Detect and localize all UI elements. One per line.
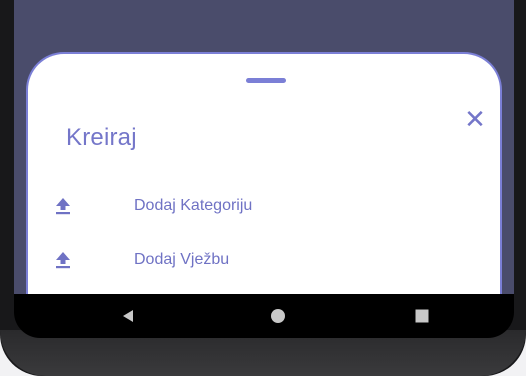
home-button[interactable] [248, 294, 308, 338]
home-circle-icon [271, 309, 285, 323]
system-navigation-bar [14, 294, 514, 338]
drag-handle[interactable] [246, 78, 286, 83]
bottom-sheet: Kreiraj ✕ Dodaj Kategoriju Dodaj Vježbu [26, 52, 502, 294]
screen: Kreiraj ✕ Dodaj Kategoriju Dodaj Vježbu [14, 0, 514, 294]
upload-icon [50, 248, 76, 272]
back-button[interactable] [98, 294, 158, 338]
back-triangle-icon [123, 310, 133, 322]
menu-item-label: Dodaj Vježbu [134, 251, 230, 268]
recents-square-icon [415, 309, 429, 323]
menu-item-dodaj-vjezbu[interactable]: Dodaj Vježbu [50, 240, 490, 280]
upload-icon [50, 194, 76, 218]
menu-item-dodaj-kategoriju[interactable]: Dodaj Kategoriju [50, 186, 490, 226]
close-button[interactable]: ✕ [460, 104, 490, 134]
close-icon: ✕ [464, 104, 486, 134]
recents-button[interactable] [392, 294, 452, 338]
menu-item-label: Dodaj Kategoriju [134, 197, 253, 214]
sheet-title: Kreiraj [66, 124, 137, 151]
